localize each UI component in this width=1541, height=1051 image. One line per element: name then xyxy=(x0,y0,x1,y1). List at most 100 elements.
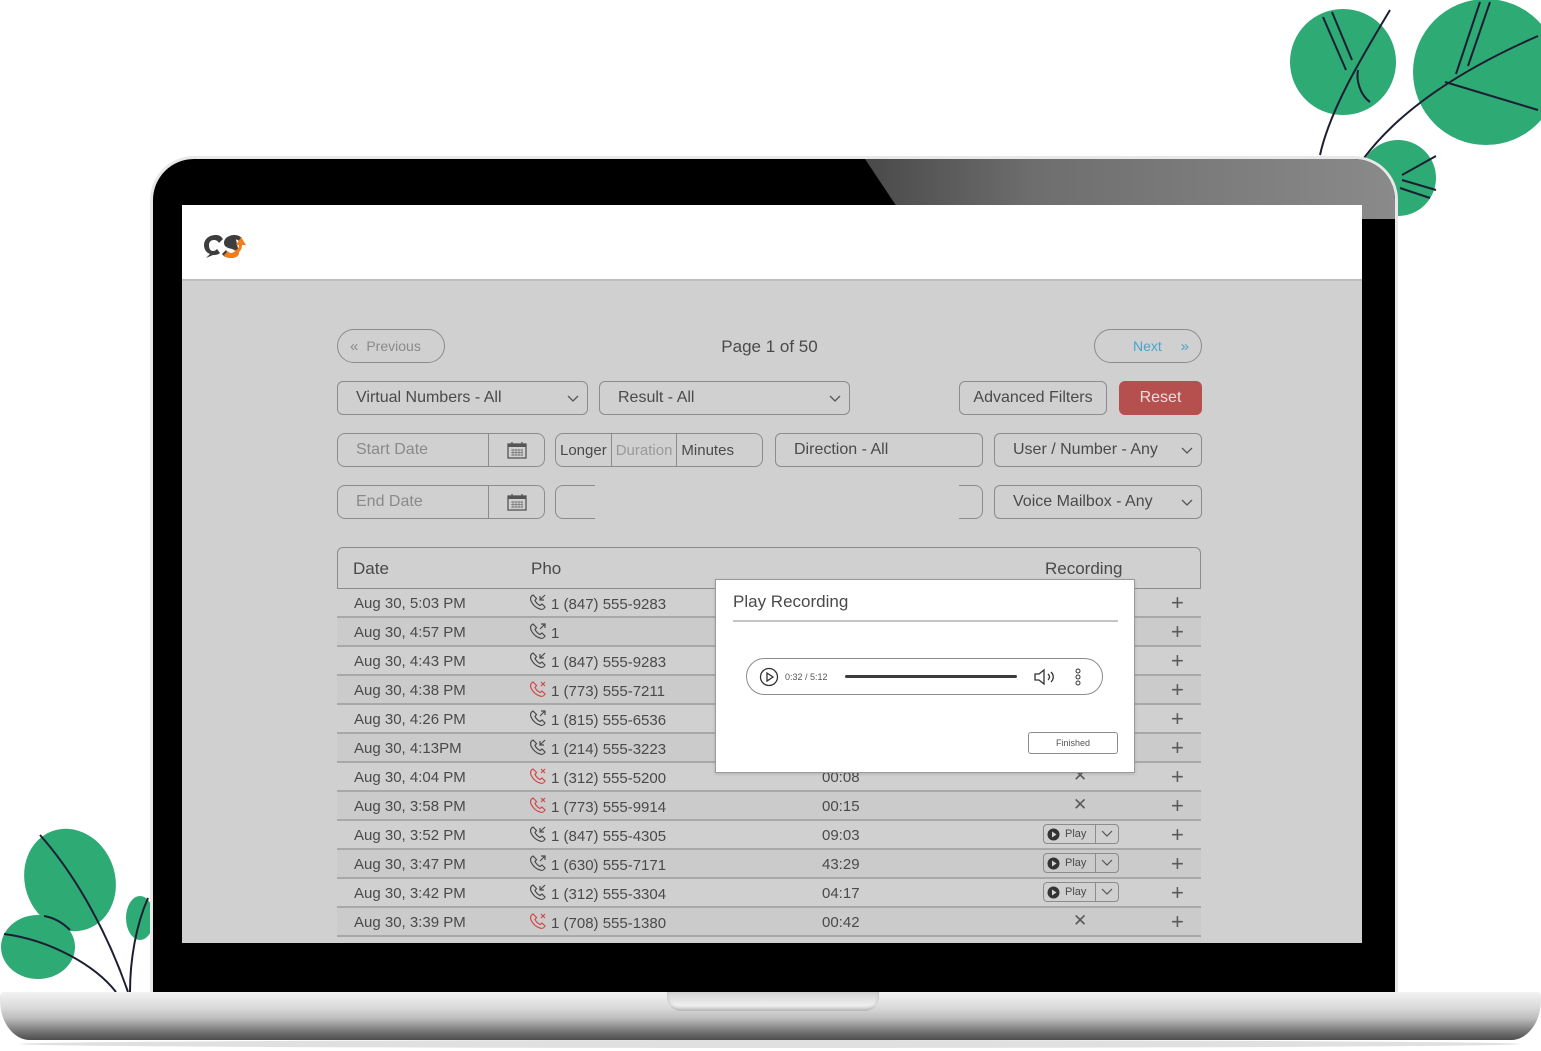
phone-number[interactable]: 1 (630) 555-7171 xyxy=(551,857,666,874)
call-date: Aug 30, 5:03 PM xyxy=(354,595,466,612)
next-page-button[interactable]: Next » xyxy=(1094,329,1202,363)
expand-row-icon[interactable]: + xyxy=(1171,648,1184,674)
duration-input[interactable]: Duration xyxy=(612,434,678,466)
end-date-field[interactable]: End Date xyxy=(337,485,545,519)
phone-number[interactable]: 1 (773) 555-9914 xyxy=(551,799,666,816)
call-phone: 1 (312) 555-3304 xyxy=(529,883,666,905)
play-label: Play xyxy=(1065,828,1087,840)
incoming-call-icon xyxy=(529,593,547,615)
expand-row-icon[interactable]: + xyxy=(1171,909,1184,935)
duration-filter[interactable]: Longer Duration Minutes xyxy=(555,433,763,467)
table-row[interactable]: Aug 30, 3:39 PM 1 (708) 555-1380 00:42 ✕ + xyxy=(337,908,1201,937)
column-header-date[interactable]: Date xyxy=(353,559,389,579)
result-select[interactable]: Result - All xyxy=(599,381,850,415)
result-value: Result - All xyxy=(618,389,695,406)
end-date-input[interactable]: End Date xyxy=(338,486,489,518)
reset-button[interactable]: Reset xyxy=(1119,381,1202,415)
start-date-field[interactable]: Start Date xyxy=(337,433,545,467)
play-recording-button[interactable]: Play xyxy=(1043,853,1119,873)
table-row[interactable]: Aug 30, 3:58 PM 1 (773) 555-9914 00:15 ✕ + xyxy=(337,792,1201,821)
expand-row-icon[interactable]: + xyxy=(1171,764,1184,790)
chevron-down-icon xyxy=(1181,499,1193,506)
expand-row-icon[interactable]: + xyxy=(1171,619,1184,645)
audio-seek-bar[interactable] xyxy=(845,675,1017,678)
call-date: Aug 30, 3:52 PM xyxy=(354,827,466,844)
phone-number[interactable]: 1 (312) 555-5200 xyxy=(551,770,666,787)
play-button[interactable]: Play xyxy=(1044,883,1096,901)
modal-title: Play Recording xyxy=(733,592,849,611)
phone-number[interactable]: 1 (815) 555-6536 xyxy=(551,712,666,729)
outgoing-call-icon xyxy=(529,709,547,731)
play-button[interactable]: Play xyxy=(1044,854,1096,872)
expand-row-icon[interactable]: + xyxy=(1171,793,1184,819)
column-header-recording[interactable]: Recording xyxy=(1045,559,1123,579)
phone-number[interactable]: 1 (847) 555-9283 xyxy=(551,596,666,613)
recording-options-dropdown[interactable] xyxy=(1096,825,1118,843)
play-circle-icon xyxy=(1047,828,1060,840)
call-date: Aug 30, 4:04 PM xyxy=(354,769,466,786)
phone-number[interactable]: 1 (773) 555-7211 xyxy=(551,683,665,700)
phone-number[interactable]: 1 xyxy=(551,625,559,642)
column-header-phone[interactable]: Pho xyxy=(531,559,561,579)
hidden-filter-field[interactable] xyxy=(555,485,595,519)
next-label: Next xyxy=(1133,338,1162,354)
volume-icon[interactable] xyxy=(1033,667,1059,687)
table-row[interactable]: Aug 30, 3:47 PM 1 (630) 555-7171 43:29 Play… xyxy=(337,850,1201,879)
duration-comparator[interactable]: Longer xyxy=(556,434,612,466)
chevron-down-icon xyxy=(1101,830,1113,837)
direction-select[interactable]: Direction - All xyxy=(775,433,983,467)
recording-options-dropdown[interactable] xyxy=(1096,883,1118,901)
recording-options-dropdown[interactable] xyxy=(1096,854,1118,872)
hidden-filter-field-right[interactable] xyxy=(959,485,983,519)
missed-call-icon xyxy=(529,680,547,702)
expand-row-icon[interactable]: + xyxy=(1171,822,1184,848)
table-row[interactable]: Aug 30, 3:52 PM 1 (847) 555-4305 09:03 Play… xyxy=(337,821,1201,850)
table-row[interactable]: Aug 30, 3:42 PM 1 (312) 555-3304 04:17 Play… xyxy=(337,879,1201,908)
expand-row-icon[interactable]: + xyxy=(1171,590,1184,616)
phone-number[interactable]: 1 (847) 555-9283 xyxy=(551,654,666,671)
call-date: Aug 30, 4:13PM xyxy=(354,740,462,757)
virtual-numbers-select[interactable]: Virtual Numbers - All xyxy=(337,381,588,415)
finished-button[interactable]: Finished xyxy=(1028,732,1118,754)
play-circle-icon xyxy=(1047,857,1060,869)
voice-mailbox-select[interactable]: Voice Mailbox - Any xyxy=(994,485,1202,519)
expand-row-icon[interactable]: + xyxy=(1171,851,1184,877)
direction-value: Direction - All xyxy=(794,441,889,458)
play-recording-button[interactable]: Play xyxy=(1043,824,1119,844)
app-screen: « Previous Page 1 of 50 Next » Virtual N… xyxy=(182,205,1362,943)
chevron-down-icon xyxy=(567,395,579,402)
more-options-icon[interactable] xyxy=(1075,667,1081,687)
expand-row-icon[interactable]: + xyxy=(1171,735,1184,761)
phone-number[interactable]: 1 (214) 555-3223 xyxy=(551,741,666,758)
recording-play-control: Play xyxy=(1043,824,1119,845)
phone-number[interactable]: 1 (708) 555-1380 xyxy=(551,915,666,932)
missed-call-icon xyxy=(529,796,547,818)
expand-row-icon[interactable]: + xyxy=(1171,706,1184,732)
brand-logo-icon[interactable] xyxy=(202,231,252,259)
play-recording-button[interactable]: Play xyxy=(1043,882,1119,902)
play-icon[interactable] xyxy=(759,667,779,687)
call-date: Aug 30, 4:38 PM xyxy=(354,682,466,699)
play-button[interactable]: Play xyxy=(1044,825,1096,843)
phone-number[interactable]: 1 (312) 555-3304 xyxy=(551,886,666,903)
previous-label: Previous xyxy=(366,338,421,354)
laptop-notch xyxy=(667,992,879,1011)
user-number-select[interactable]: User / Number - Any xyxy=(994,433,1202,467)
chevron-down-icon xyxy=(1101,859,1113,866)
expand-row-icon[interactable]: + xyxy=(1171,677,1184,703)
player-time: 0:32 / 5:12 xyxy=(785,671,828,682)
double-chevron-left-icon: « xyxy=(350,337,359,355)
expand-row-icon[interactable]: + xyxy=(1171,880,1184,906)
calendar-icon[interactable] xyxy=(489,486,544,518)
duration-unit[interactable]: Minutes xyxy=(677,434,738,466)
calendar-icon[interactable] xyxy=(489,434,544,466)
advanced-filters-button[interactable]: Advanced Filters xyxy=(959,381,1107,415)
previous-page-button[interactable]: « Previous xyxy=(337,329,445,363)
recording-play-control: Play xyxy=(1043,853,1119,874)
phone-number[interactable]: 1 (847) 555-4305 xyxy=(551,828,666,845)
plant-decoration-bottom-left xyxy=(1,828,154,993)
page-indicator: Page 1 of 50 xyxy=(721,337,818,356)
incoming-call-icon xyxy=(529,825,547,847)
call-date: Aug 30, 3:58 PM xyxy=(354,798,466,815)
start-date-input[interactable]: Start Date xyxy=(338,434,489,466)
